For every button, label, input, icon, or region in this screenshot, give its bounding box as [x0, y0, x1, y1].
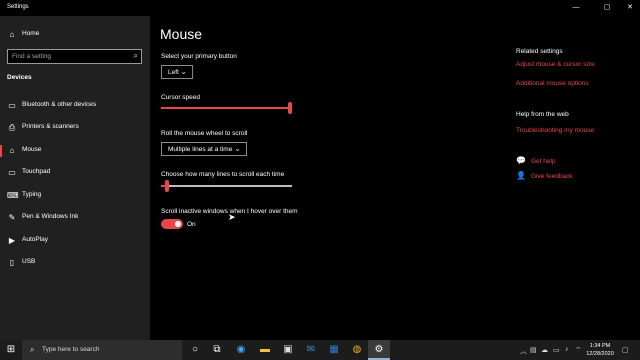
pen-icon: ✎ — [8, 213, 16, 222]
slider-thumb[interactable] — [165, 180, 169, 192]
adjust-cursor-size-link[interactable]: Adjust mouse & cursor size — [516, 61, 595, 68]
find-setting-search[interactable]: ⌕ — [7, 49, 142, 64]
section-title: Devices — [7, 74, 32, 81]
sidebar-item-bluetooth[interactable]: ▭ Bluetooth & other devices — [0, 97, 150, 115]
minimize-button[interactable]: — — [566, 2, 586, 14]
tray-chevron-icon[interactable]: ︿ — [520, 346, 527, 356]
chrome-icon[interactable]: ◍ — [346, 340, 368, 360]
sidebar-item-label: AutoPlay — [22, 236, 49, 243]
autoplay-icon: ▶ — [8, 236, 16, 245]
task-view-icon[interactable]: ⧉ — [206, 340, 228, 360]
cortana-icon[interactable]: ○ — [184, 340, 206, 360]
sidebar-item-label: Printers & scanners — [22, 123, 79, 130]
maximize-button[interactable]: ▢ — [597, 2, 617, 14]
title-bar: Settings — ▢ ✕ — [0, 0, 640, 16]
notifications-icon[interactable]: ▢ — [622, 346, 629, 354]
mouse-pointer-icon: ➤ — [228, 212, 236, 222]
battery-icon[interactable]: ▭ — [553, 346, 560, 354]
edge-browser-icon[interactable]: ◉ — [230, 340, 252, 360]
slider-thumb[interactable] — [288, 102, 292, 114]
sidebar-item-label: Touchpad — [22, 168, 51, 175]
taskbar: ⊞ ⌕ Type here to search ○ ⧉ ◉ ▬ ▣ ✉ ▦ ◍ … — [0, 340, 640, 360]
feedback-icon: 👤 — [516, 171, 526, 180]
give-feedback-link[interactable]: Give feedback — [531, 173, 573, 180]
sidebar-item-typing[interactable]: ⌨ Typing — [0, 187, 150, 205]
onedrive-icon[interactable]: ☁ — [541, 346, 548, 354]
bluetooth-icon: ▭ — [8, 101, 16, 110]
sidebar-item-label: Pen & Windows Ink — [22, 213, 79, 220]
cursor-speed-slider[interactable] — [161, 102, 292, 114]
mail-icon[interactable]: ✉ — [300, 340, 322, 360]
chat-help-icon: 💬 — [516, 156, 526, 165]
clock[interactable]: 1:34 PM 12/28/2020 — [584, 342, 616, 358]
search-input[interactable] — [8, 50, 126, 63]
clock-date: 12/28/2020 — [586, 351, 614, 357]
cursor-speed-label: Cursor speed — [161, 94, 201, 101]
clock-time: 1:34 PM — [589, 343, 611, 349]
volume-icon[interactable]: ♪ — [565, 346, 569, 353]
mouse-icon: ⌂ — [9, 146, 15, 155]
sidebar: ⌂ Home ⌕ Devices ▭ Bluetooth & other dev… — [0, 16, 150, 340]
sidebar-item-autoplay[interactable]: ▶ AutoPlay — [0, 232, 150, 250]
lines-to-scroll-label: Choose how many lines to scroll each tim… — [161, 171, 285, 178]
slider-fill — [161, 107, 288, 109]
help-from-web-heading: Help from the web — [516, 111, 569, 118]
taskbar-search[interactable]: ⌕ Type here to search — [22, 340, 182, 360]
close-button[interactable]: ✕ — [620, 2, 640, 14]
sidebar-item-touchpad[interactable]: ▭ Touchpad — [0, 164, 150, 182]
sidebar-item-printers[interactable]: ⎙ Printers & scanners — [0, 119, 150, 137]
chevron-down-icon: ⌄ — [180, 67, 187, 76]
scroll-wheel-value: Multiple lines at a time — [168, 146, 233, 153]
store-icon[interactable]: ▣ — [277, 340, 299, 360]
taskbar-search-placeholder: Type here to search — [42, 346, 100, 353]
window-title: Settings — [7, 4, 29, 10]
page-title: Mouse — [160, 26, 203, 42]
wifi-icon[interactable]: ⌔ — [575, 346, 582, 355]
settings-gear-icon[interactable]: ⚙ — [368, 340, 390, 360]
sidebar-item-pen[interactable]: ✎ Pen & Windows Ink — [0, 209, 150, 227]
slider-track — [161, 185, 292, 187]
touchpad-icon: ▭ — [8, 168, 16, 177]
inactive-scroll-toggle[interactable] — [161, 219, 183, 229]
toggle-knob — [175, 221, 181, 227]
home-icon: ⌂ — [9, 30, 15, 39]
sidebar-item-label: USB — [22, 258, 36, 265]
primary-button-value: Left — [168, 69, 179, 76]
main-panel: Mouse Select your primary button Left ⌄ … — [150, 16, 640, 340]
keyboard-icon: ⌨ — [7, 191, 19, 200]
sidebar-item-usb[interactable]: ▯ USB — [0, 254, 150, 272]
chevron-down-icon: ⌄ — [234, 144, 241, 153]
search-icon: ⌕ — [133, 51, 138, 60]
search-icon: ⌕ — [30, 345, 35, 354]
photos-icon[interactable]: ▦ — [323, 340, 345, 360]
usb-icon: ▯ — [9, 258, 15, 267]
lines-to-scroll-slider[interactable] — [161, 180, 292, 192]
related-settings-heading: Related settings — [516, 48, 563, 55]
primary-button-label: Select your primary button — [161, 53, 237, 60]
file-explorer-icon[interactable]: ▬ — [254, 340, 276, 360]
network-icon[interactable]: ▤ — [530, 346, 537, 354]
primary-button-dropdown[interactable]: Left ⌄ — [161, 65, 193, 79]
start-button[interactable]: ⊞ — [0, 340, 22, 360]
sidebar-item-label: Typing — [22, 191, 42, 198]
scroll-wheel-dropdown[interactable]: Multiple lines at a time ⌄ — [161, 142, 247, 156]
additional-mouse-options-link[interactable]: Additional mouse options — [516, 80, 589, 87]
sidebar-item-label: Mouse — [22, 146, 42, 153]
sidebar-item-home[interactable]: ⌂ Home — [0, 26, 150, 44]
sidebar-item-label: Bluetooth & other devices — [22, 101, 97, 108]
scroll-wheel-label: Roll the mouse wheel to scroll — [161, 130, 248, 137]
troubleshooting-mouse-link[interactable]: Troubleshooting my mouse — [516, 127, 594, 134]
printer-icon: ⎙ — [8, 123, 16, 132]
sidebar-item-label: Home — [22, 30, 40, 37]
get-help-link[interactable]: Get help — [531, 158, 556, 165]
sidebar-item-mouse[interactable]: ⌂ Mouse — [0, 142, 150, 160]
toggle-state-label: On — [187, 221, 196, 228]
